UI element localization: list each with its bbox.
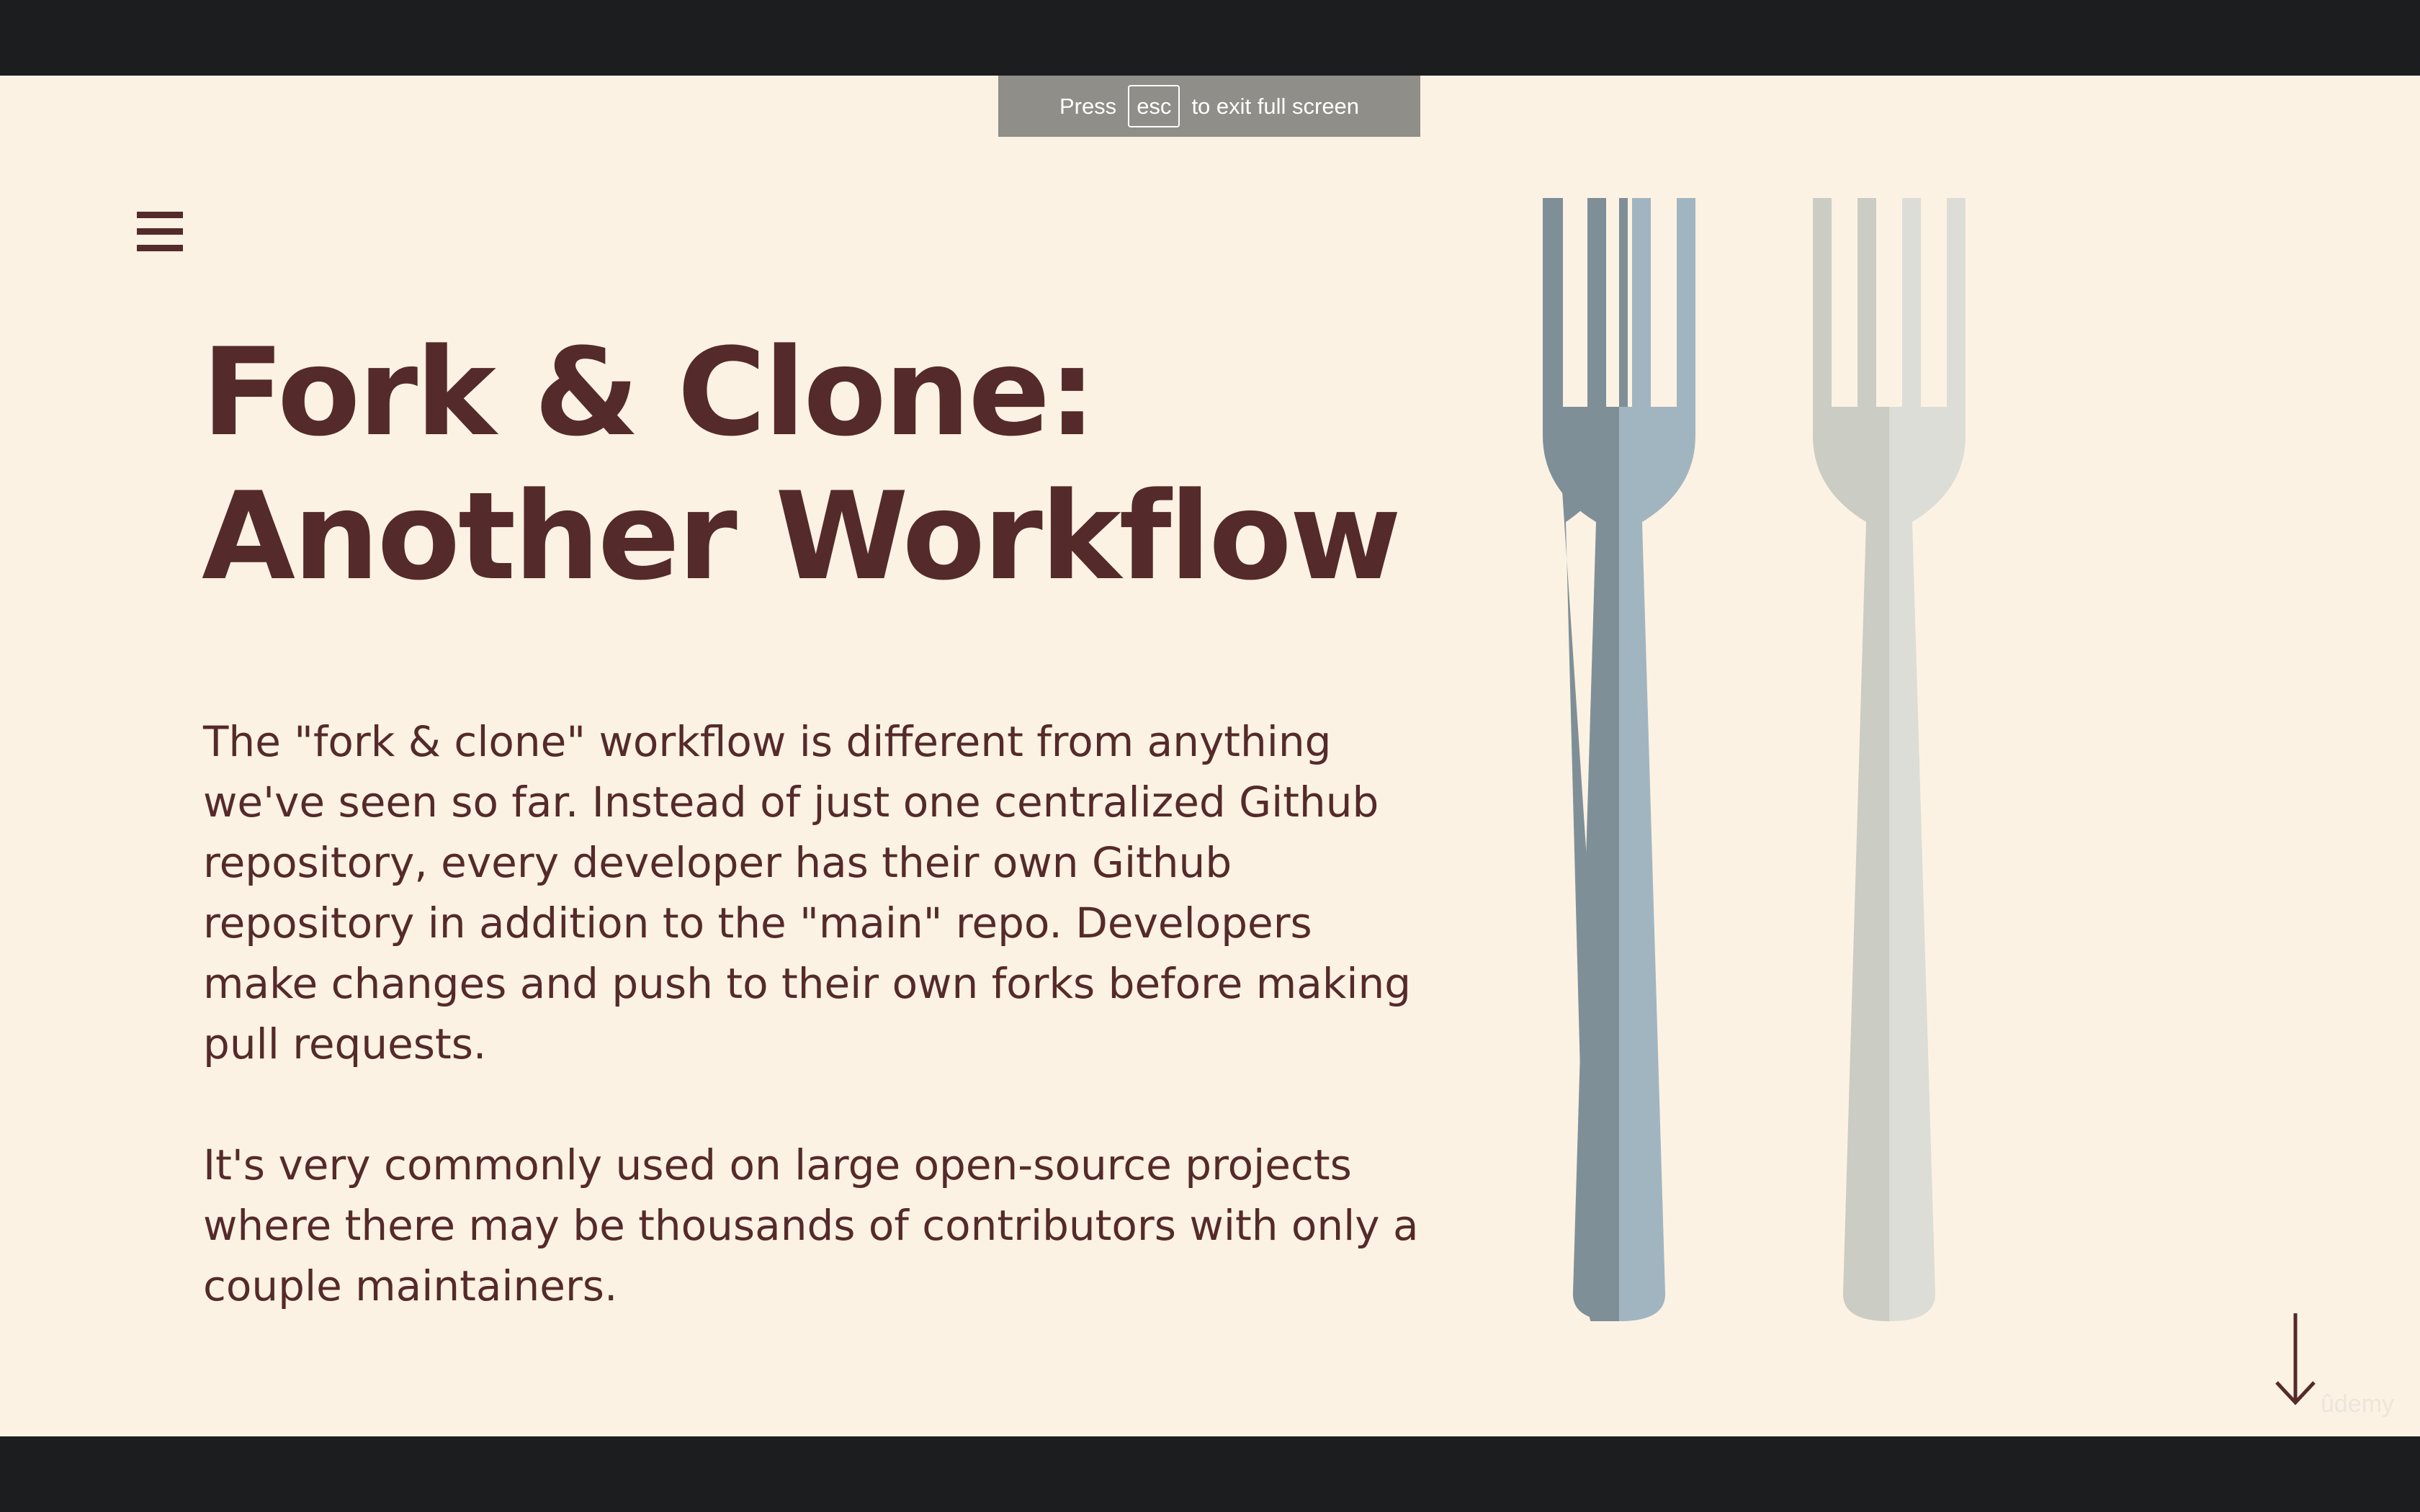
presentation-slide: Press esc to exit full screen Fork & Clo… [0,76,2420,1436]
hamburger-menu-icon[interactable] [134,207,189,256]
gray-fork [1813,198,1966,1321]
slide-body: The "fork & clone" workflow is different… [203,711,1419,1316]
blue-fork [1543,198,1695,1321]
udemy-watermark: ûdemy [2321,1390,2395,1418]
fullscreen-notice: Press esc to exit full screen [998,76,1420,137]
slide-title: Fork & Clone: Another Workflow [202,320,1402,608]
paragraph-1-line: make changes and push to their own forks… [203,959,1412,1008]
paragraph-2-line: where there may be thousands of contribu… [203,1201,1419,1250]
slide-title-line-1: Fork & Clone: [202,322,1096,463]
fullscreen-notice-prefix: Press [1059,93,1117,119]
paragraph-2-line: It's very commonly used on large open-so… [203,1140,1352,1189]
paragraph-1-line: pull requests. [203,1020,487,1068]
slide-title-line-2: Another Workflow [202,466,1402,607]
paragraph-1-line: we've seen so far. Instead of just one c… [203,778,1379,827]
paragraph-1-line: The "fork & clone" workflow is different… [203,717,1332,766]
fullscreen-notice-suffix: to exit full screen [1191,93,1360,119]
esc-key-badge: esc [1128,85,1180,127]
paragraph-2-line: couple maintainers. [203,1261,618,1310]
paragraph-1-line: repository, every developer has their ow… [203,838,1232,887]
down-arrow-icon[interactable] [2272,1310,2318,1411]
two-forks-icon [1543,198,1966,1321]
paragraph-1-line: repository in addition to the "main" rep… [203,899,1312,948]
